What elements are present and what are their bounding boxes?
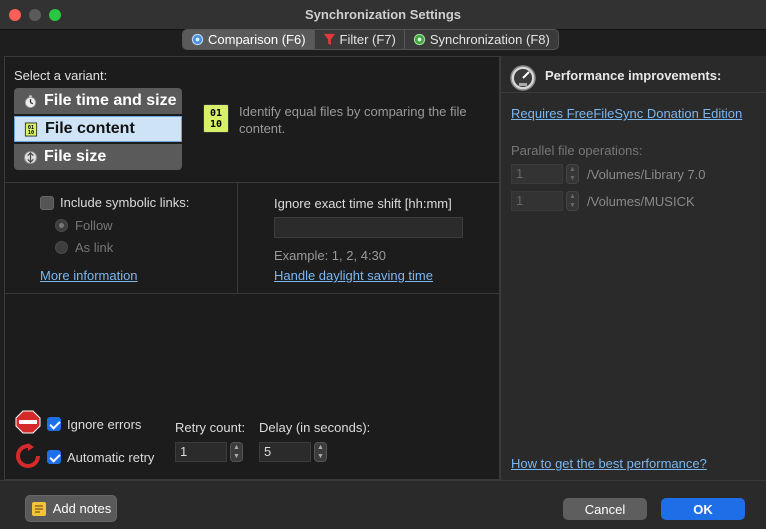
donation-edition-link[interactable]: Requires FreeFileSync Donation Edition bbox=[511, 106, 742, 121]
cancel-button[interactable]: Cancel bbox=[563, 498, 647, 520]
daylight-saving-link[interactable]: Handle daylight saving time bbox=[274, 268, 433, 283]
variant-file-time-size-button[interactable]: File time and size bbox=[14, 88, 182, 114]
time-shift-example: Example: 1, 2, 4:30 bbox=[274, 248, 387, 263]
volume-path-2: /Volumes/MUSICK bbox=[587, 194, 695, 209]
title-bar: Synchronization Settings bbox=[0, 0, 766, 30]
variant-description: Identify equal files by comparing the fi… bbox=[239, 104, 467, 136]
variant-file-time-size-label: File time and size bbox=[44, 92, 177, 109]
best-performance-link[interactable]: How to get the best performance? bbox=[511, 456, 707, 471]
tab-filter[interactable]: Filter (F7) bbox=[315, 30, 405, 49]
variant-file-size-button[interactable]: File size bbox=[14, 144, 182, 170]
ignore-errors-label: Ignore errors bbox=[67, 417, 142, 432]
filter-funnel-icon bbox=[323, 33, 335, 46]
note-icon bbox=[31, 501, 46, 516]
divider bbox=[501, 92, 766, 93]
variant-file-content-label: File content bbox=[45, 120, 135, 137]
clock-icon bbox=[22, 93, 38, 109]
automatic-retry-label: Automatic retry bbox=[67, 450, 155, 465]
symlink-as-link-label: As link bbox=[75, 240, 114, 255]
ok-button[interactable]: OK bbox=[661, 498, 745, 520]
binary-file-icon: 01 10 bbox=[23, 121, 39, 137]
add-notes-label: Add notes bbox=[52, 501, 112, 516]
include-symlinks-label: Include symbolic links: bbox=[60, 195, 190, 210]
tab-comparison-label: Comparison (F6) bbox=[208, 32, 306, 47]
parallel-ops-input-2[interactable]: 1 bbox=[511, 191, 563, 211]
delay-stepper[interactable]: ▲ ▼ bbox=[314, 442, 327, 462]
retry-count-label: Retry count: bbox=[175, 420, 246, 435]
variant-file-size-label: File size bbox=[44, 148, 107, 165]
tab-synchronization-label: Synchronization (F8) bbox=[429, 32, 550, 47]
performance-title: Performance improvements: bbox=[545, 68, 722, 83]
add-notes-button[interactable]: Add notes bbox=[25, 495, 117, 522]
retry-count-stepper[interactable]: ▲ ▼ bbox=[230, 442, 243, 462]
more-information-link[interactable]: More information bbox=[40, 268, 138, 283]
binary-content-icon: 01 10 bbox=[203, 104, 229, 133]
divider bbox=[5, 293, 499, 294]
parallel-ops-input-1[interactable]: 1 bbox=[511, 164, 563, 184]
settings-tab-bar: Comparison (F6) Filter (F7) Synchronizat… bbox=[182, 29, 559, 50]
select-variant-label: Select a variant: bbox=[14, 68, 108, 83]
delay-label: Delay (in seconds): bbox=[259, 420, 371, 435]
window-title: Synchronization Settings bbox=[304, 7, 461, 22]
divider bbox=[237, 183, 238, 293]
divider bbox=[5, 182, 499, 183]
speedometer-icon bbox=[510, 65, 536, 91]
svg-text:10: 10 bbox=[28, 130, 34, 136]
tab-synchronization[interactable]: Synchronization (F8) bbox=[405, 30, 558, 49]
symlink-follow-label: Follow bbox=[75, 218, 113, 233]
retry-icon bbox=[16, 443, 40, 468]
parallel-operations-label: Parallel file operations: bbox=[511, 143, 643, 158]
include-symlinks-checkbox[interactable] bbox=[40, 196, 54, 210]
parallel-ops-stepper-2[interactable]: ▲ ▼ bbox=[566, 191, 579, 211]
automatic-retry-checkbox[interactable] bbox=[47, 450, 61, 464]
tab-filter-label: Filter (F7) bbox=[339, 32, 396, 47]
symlink-as-link-radio[interactable] bbox=[55, 241, 68, 254]
sync-gear-icon bbox=[413, 33, 426, 46]
variant-file-content-button[interactable]: 01 10 File content bbox=[14, 116, 182, 142]
time-shift-label: Ignore exact time shift [hh:mm] bbox=[274, 196, 452, 211]
compare-gear-icon bbox=[191, 33, 204, 46]
tab-comparison[interactable]: Comparison (F6) bbox=[183, 30, 315, 49]
retry-count-input[interactable]: 1 bbox=[175, 442, 227, 462]
time-shift-input[interactable] bbox=[274, 217, 463, 238]
volume-path-1: /Volumes/Library 7.0 bbox=[587, 167, 706, 182]
ignore-errors-checkbox[interactable] bbox=[47, 417, 61, 431]
delay-input[interactable]: 5 bbox=[259, 442, 311, 462]
stop-errors-icon bbox=[15, 410, 41, 434]
size-icon bbox=[22, 149, 38, 165]
parallel-ops-stepper-1[interactable]: ▲ ▼ bbox=[566, 164, 579, 184]
symlink-follow-radio[interactable] bbox=[55, 219, 68, 232]
